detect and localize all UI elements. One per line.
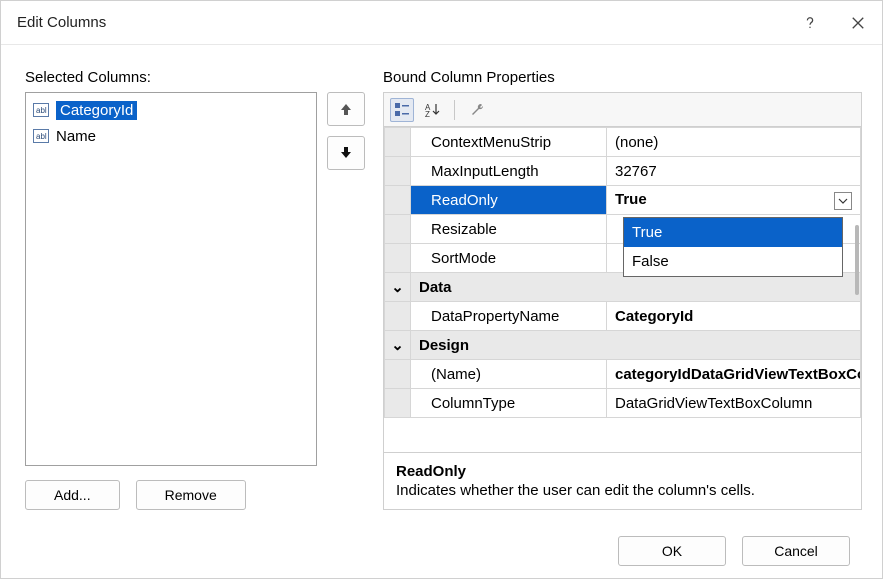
property-name: ContextMenuStrip bbox=[411, 128, 607, 157]
categorized-button[interactable] bbox=[390, 98, 414, 122]
selected-columns-listbox[interactable]: abl CategoryId abl Name bbox=[25, 92, 317, 466]
close-button[interactable] bbox=[834, 1, 882, 45]
help-icon bbox=[803, 16, 817, 30]
list-item-label: CategoryId bbox=[56, 101, 137, 120]
edit-columns-dialog: Edit Columns Selected Columns: abl Categ… bbox=[0, 0, 883, 579]
collapse-toggle[interactable]: ⌄ bbox=[385, 331, 411, 360]
move-down-button[interactable] bbox=[327, 136, 365, 170]
property-row: ContextMenuStrip (none) bbox=[385, 128, 861, 157]
property-value[interactable]: 32767 bbox=[607, 157, 861, 186]
property-name: Resizable bbox=[411, 215, 607, 244]
bound-column-properties-label: Bound Column Properties bbox=[383, 69, 862, 86]
property-value[interactable]: (none) bbox=[607, 128, 861, 157]
list-item[interactable]: abl CategoryId bbox=[30, 97, 312, 123]
scrollbar[interactable] bbox=[855, 225, 859, 295]
categorized-icon bbox=[394, 102, 410, 118]
list-item[interactable]: abl Name bbox=[30, 123, 312, 149]
wrench-icon bbox=[469, 102, 485, 118]
remove-button[interactable]: Remove bbox=[136, 480, 246, 510]
property-name: SortMode bbox=[411, 244, 607, 273]
property-description: ReadOnly Indicates whether the user can … bbox=[383, 453, 862, 510]
property-name: MaxInputLength bbox=[411, 157, 607, 186]
property-name: ReadOnly bbox=[411, 186, 607, 215]
property-name: DataPropertyName bbox=[411, 302, 607, 331]
list-item-label: Name bbox=[56, 128, 96, 145]
property-row: (Name) categoryIdDataGridViewTextBoxColu… bbox=[385, 360, 861, 389]
text-column-icon: abl bbox=[32, 102, 50, 118]
svg-text:Z: Z bbox=[425, 110, 430, 118]
window-title: Edit Columns bbox=[17, 14, 786, 31]
property-value[interactable]: CategoryId bbox=[607, 302, 861, 331]
titlebar: Edit Columns bbox=[1, 1, 882, 45]
help-button[interactable] bbox=[786, 1, 834, 45]
property-row: ColumnType DataGridViewTextBoxColumn bbox=[385, 389, 861, 418]
text-column-icon: abl bbox=[32, 128, 50, 144]
dropdown-option-true[interactable]: True bbox=[624, 218, 842, 247]
cancel-button[interactable]: Cancel bbox=[742, 536, 850, 566]
alphabetical-icon: AZ bbox=[424, 102, 440, 118]
ok-button[interactable]: OK bbox=[618, 536, 726, 566]
dropdown-button[interactable] bbox=[834, 192, 852, 210]
property-name: ColumnType bbox=[411, 389, 607, 418]
toolbar-separator bbox=[454, 100, 455, 120]
property-grid[interactable]: ContextMenuStrip (none) MaxInputLength 3… bbox=[383, 126, 862, 453]
property-row-selected: ReadOnly True bbox=[385, 186, 861, 215]
property-grid-toolbar: AZ bbox=[383, 92, 862, 126]
property-value[interactable]: DataGridViewTextBoxColumn bbox=[607, 389, 861, 418]
chevron-down-icon bbox=[838, 196, 848, 206]
description-text: Indicates whether the user can edit the … bbox=[396, 482, 849, 499]
property-pages-button[interactable] bbox=[465, 98, 489, 122]
description-name: ReadOnly bbox=[396, 463, 849, 480]
dialog-footer: OK Cancel bbox=[1, 524, 882, 578]
category-label: Design bbox=[411, 331, 861, 360]
property-row: DataPropertyName CategoryId bbox=[385, 302, 861, 331]
svg-text:abl: abl bbox=[36, 106, 47, 115]
move-up-button[interactable] bbox=[327, 92, 365, 126]
dropdown-option-false[interactable]: False bbox=[624, 247, 842, 276]
property-value[interactable]: True bbox=[607, 186, 861, 215]
property-name: (Name) bbox=[411, 360, 607, 389]
property-row: MaxInputLength 32767 bbox=[385, 157, 861, 186]
collapse-toggle[interactable]: ⌄ bbox=[385, 273, 411, 302]
readonly-dropdown[interactable]: True False bbox=[623, 217, 843, 277]
close-icon bbox=[851, 16, 865, 30]
arrow-up-icon bbox=[339, 102, 353, 116]
svg-text:abl: abl bbox=[36, 132, 47, 141]
alphabetical-button[interactable]: AZ bbox=[420, 98, 444, 122]
selected-columns-label: Selected Columns: bbox=[25, 69, 365, 86]
category-row: ⌄ Design bbox=[385, 331, 861, 360]
add-button[interactable]: Add... bbox=[25, 480, 120, 510]
property-value[interactable]: categoryIdDataGridViewTextBoxColumn bbox=[607, 360, 861, 389]
arrow-down-icon bbox=[339, 146, 353, 160]
